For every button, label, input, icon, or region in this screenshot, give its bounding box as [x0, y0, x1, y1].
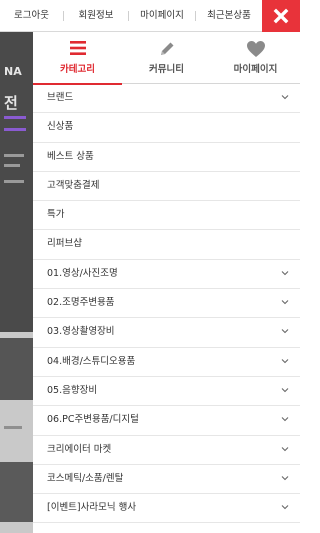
hamburger-icon	[69, 41, 86, 55]
menu-item-label: 브랜드	[47, 92, 74, 103]
menu-item[interactable]: 코스메틱/소품/렌탈	[33, 465, 300, 495]
background-text-line-2	[4, 164, 20, 167]
menu-item-label: 특가	[47, 209, 65, 221]
menu-item-label: 신상품	[47, 121, 74, 133]
menu-item-label: 03.영상촬영장비	[47, 326, 115, 338]
heart-icon	[246, 41, 265, 57]
menu-item-label: 크리에이터 마켓	[47, 443, 112, 455]
chevron-down-icon[interactable]	[281, 504, 289, 510]
background-thumbnail	[0, 338, 33, 400]
tab-mypage[interactable]: 마이페이지	[211, 32, 300, 84]
menu-item[interactable]: 03.영상촬영장비	[33, 318, 300, 348]
background-thumbnail-2	[0, 462, 33, 522]
menu-item-label: [이벤트]사라모닉 행사	[47, 502, 137, 514]
menu-item[interactable]: 신상품	[33, 113, 300, 143]
menu-item[interactable]: [이벤트]사라모닉 행사	[33, 494, 300, 524]
background-text-line-4	[4, 426, 22, 429]
background-text-line-3	[4, 180, 24, 183]
menu-item[interactable]: 베스트 상품	[33, 143, 300, 172]
pencil-icon	[160, 42, 173, 55]
tab-category[interactable]: 카테고리	[33, 32, 122, 85]
top-utility-bar: 로그아웃 회원정보 마이페이지 최근본상품	[0, 0, 300, 32]
member-info-link[interactable]: 회원정보	[64, 0, 128, 31]
menu-item[interactable]: 06.PC주변용품/디지털	[33, 406, 300, 436]
tab-label: 커뮤니티	[149, 64, 184, 75]
chevron-down-icon[interactable]	[281, 94, 289, 100]
chevron-down-icon[interactable]	[281, 416, 289, 422]
background-page-overlay: NA 전	[0, 32, 33, 533]
category-menu: 브랜드신상품베스트 상품고객맞춤결제특가리퍼브샵 01.영상/사진조명 02.조명주…	[33, 84, 300, 524]
menu-item-label: 04.배경/스튜디오용품	[47, 355, 136, 367]
background-banner-accent-2	[4, 128, 26, 131]
chevron-down-icon[interactable]	[281, 475, 289, 481]
menu-item-label: 코스메틱/소품/렌탈	[47, 472, 124, 484]
chevron-down-icon[interactable]	[281, 358, 289, 364]
background-text-line	[4, 154, 24, 157]
side-menu-panel: 카테고리 커뮤니티 마이페이지 브랜드신상품베스트 상품고객맞춤결제특가리퍼브샵…	[33, 32, 300, 533]
menu-item[interactable]: 리퍼브샵	[33, 230, 300, 260]
menu-item[interactable]: 01.영상/사진조명	[33, 260, 300, 290]
chevron-down-icon[interactable]	[281, 299, 289, 305]
menu-item-label: 05.음향장비	[47, 384, 98, 396]
recently-viewed-link[interactable]: 최근본상품	[196, 0, 262, 31]
menu-item-label: 리퍼브샵	[47, 238, 82, 250]
menu-item-label: 고객맞춤결제	[47, 179, 100, 191]
tab-label: 마이페이지	[233, 64, 278, 75]
menu-item[interactable]: 02.조명주변용품	[33, 289, 300, 319]
menu-item[interactable]: 브랜드	[33, 84, 300, 114]
menu-item-label: 02.조명주변용품	[47, 297, 115, 309]
menu-item[interactable]: 특가	[33, 201, 300, 231]
tab-community[interactable]: 커뮤니티	[122, 32, 211, 84]
close-menu-button[interactable]	[262, 0, 300, 32]
menu-tabs: 카테고리 커뮤니티 마이페이지	[33, 32, 300, 85]
tab-label: 카테고리	[60, 64, 95, 75]
background-banner-text-2: 전	[4, 94, 18, 112]
chevron-down-icon[interactable]	[281, 446, 289, 452]
menu-item[interactable]: 04.배경/스튜디오용품	[33, 348, 300, 377]
background-banner-text: NA	[4, 65, 22, 78]
logout-link[interactable]: 로그아웃	[0, 0, 63, 31]
background-banner-accent	[4, 116, 26, 119]
menu-item[interactable]: 크리에이터 마켓	[33, 436, 300, 465]
chevron-down-icon[interactable]	[281, 328, 289, 334]
chevron-down-icon[interactable]	[281, 270, 289, 276]
menu-item[interactable]: 고객맞춤결제	[33, 172, 300, 202]
menu-item-label: 01.영상/사진조명	[47, 267, 118, 279]
menu-item[interactable]: 05.음향장비	[33, 377, 300, 407]
menu-item-label: 06.PC주변용품/디지털	[47, 414, 139, 426]
mypage-link[interactable]: 마이페이지	[129, 0, 195, 31]
menu-item-label: 베스트 상품	[47, 150, 94, 162]
chevron-down-icon[interactable]	[281, 387, 289, 393]
close-icon	[273, 8, 289, 24]
